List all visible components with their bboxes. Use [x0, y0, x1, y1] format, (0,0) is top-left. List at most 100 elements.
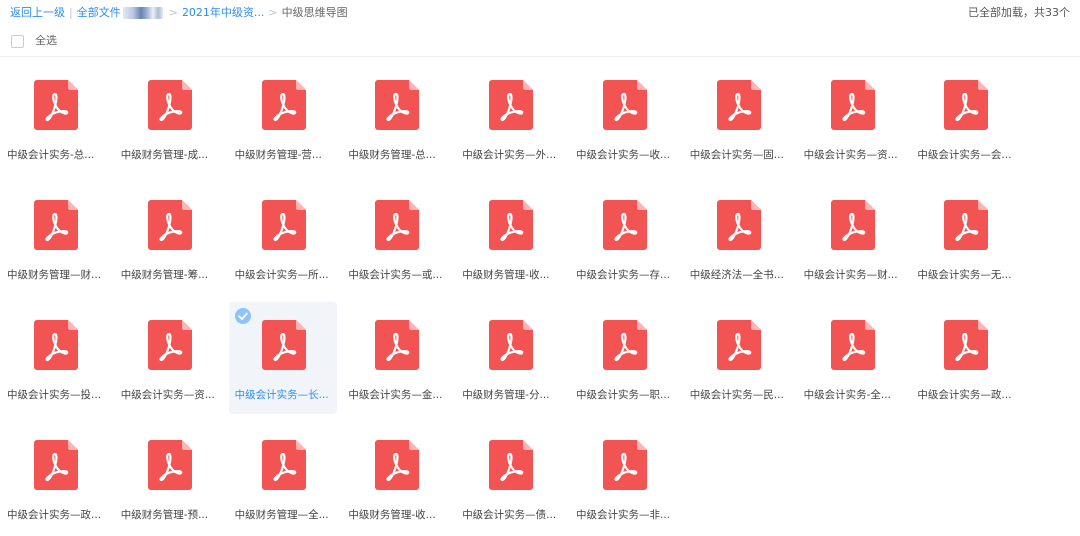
pdf-file-icon [147, 200, 192, 250]
file-tile[interactable]: 中级会计实务—无... [917, 182, 1025, 294]
breadcrumb-folder[interactable]: 2021年中级资... [182, 5, 264, 21]
file-name: 中级会计实务—所... [234, 269, 329, 281]
file-name: 中级财务管理-收... [348, 509, 436, 521]
file-tile[interactable]: 中级财务管理-总... [348, 62, 456, 174]
file-tile[interactable]: 中级会计实务—固... [690, 62, 798, 174]
file-tile[interactable]: 中级会计实务—外... [462, 62, 570, 174]
file-tile[interactable]: 中级会计实务-全... [804, 302, 912, 414]
select-all-row: 全选 [0, 30, 1080, 57]
file-tile[interactable]: 中级会计实务—资... [804, 62, 912, 174]
pdf-file-icon [716, 200, 761, 250]
pdf-file-icon [147, 440, 192, 490]
pdf-file-icon [261, 440, 306, 490]
pdf-file-icon [944, 200, 989, 250]
file-name: 中级会计实务—民... [689, 389, 784, 401]
pdf-file-icon [603, 80, 647, 130]
breadcrumb-current: 中级思维导图 [281, 6, 348, 19]
file-tile[interactable]: 中级财务管理-分... [462, 302, 570, 414]
file-tile[interactable]: 中级财务管理-筹... [121, 182, 229, 294]
file-tile[interactable]: 中级会计实务—职... [576, 302, 684, 414]
file-tile[interactable]: 中级财务管理-预... [121, 422, 229, 534]
pdf-file-icon [375, 80, 420, 130]
selected-check-icon[interactable] [234, 308, 251, 324]
pdf-file-icon [147, 80, 192, 130]
file-name: 中级会计实务—固... [689, 149, 784, 161]
pdf-file-icon [375, 320, 420, 370]
file-name: 中级财务管理-收... [462, 269, 550, 281]
file-tile[interactable]: 中级会计实务—金... [348, 302, 456, 414]
file-name: 中级会计实务—收... [576, 149, 671, 161]
file-name: 中级财务管理-预... [120, 509, 209, 521]
pdf-file-icon [261, 320, 306, 370]
pdf-file-icon [944, 320, 989, 370]
select-all-checkbox[interactable] [11, 35, 24, 48]
file-tile[interactable]: 中级会计实务—长... [228, 302, 337, 414]
file-name: 中级财务管理-成... [120, 149, 209, 161]
file-tile[interactable]: 中级经济法—全书... [690, 182, 798, 294]
file-name: 中级会计实务—投... [7, 389, 102, 401]
file-name: 中级财务管理-筹... [120, 269, 209, 281]
file-tile[interactable]: 中级财务管理-成... [121, 62, 229, 174]
file-name: 中级会计实务—政... [7, 509, 102, 521]
file-name: 中级会计实务—长... [234, 389, 329, 401]
file-tile[interactable]: 中级会计实务—非... [576, 422, 684, 534]
file-tile[interactable]: 中级财务管理-营... [235, 62, 343, 174]
file-tile[interactable]: 中级财务管理—全... [235, 422, 343, 534]
file-name: 中级会计实务—财... [803, 269, 898, 281]
file-tile[interactable]: 中级会计实务—财... [804, 182, 912, 294]
pdf-file-icon [489, 200, 534, 250]
pdf-file-icon [34, 200, 78, 250]
file-tile[interactable]: 中级会计实务—债... [462, 422, 570, 534]
pdf-file-icon [716, 80, 761, 130]
file-name: 中级会计实务—政... [917, 389, 1012, 401]
breadcrumb-separator: > [168, 6, 178, 19]
file-tile[interactable]: 中级会计实务—收... [576, 62, 684, 174]
file-name: 中级财务管理-分... [462, 389, 550, 401]
breadcrumb-separator: > [268, 6, 278, 19]
back-link[interactable]: 返回上一级 [10, 5, 65, 21]
pdf-file-icon [147, 320, 192, 370]
breadcrumb-separator: | [69, 6, 73, 19]
file-tile[interactable]: 中级会计实务—会... [917, 62, 1025, 174]
select-all-label: 全选 [35, 34, 57, 47]
pdf-file-icon [375, 440, 420, 490]
pdf-file-icon [830, 200, 875, 250]
pdf-file-icon [489, 320, 534, 370]
file-tile[interactable]: 中级会计实务—政... [7, 422, 115, 534]
file-tile[interactable]: 中级会计实务—政... [917, 302, 1025, 414]
file-name: 中级财务管理—财... [7, 269, 102, 281]
pdf-file-icon [261, 80, 306, 130]
file-tile[interactable]: 中级会计实务—存... [576, 182, 684, 294]
breadcrumb: 返回上一级 | 全部文件 > 2021年中级资... > 中级思维导图 [10, 5, 348, 21]
pdf-file-icon [489, 440, 534, 490]
file-name: 中级会计实务—资... [120, 389, 215, 401]
file-tile[interactable]: 中级财务管理-收... [348, 422, 456, 534]
file-name: 中级财务管理-总... [348, 149, 436, 161]
file-tile[interactable]: 中级会计实务—投... [7, 302, 115, 414]
file-name: 中级财务管理—全... [234, 509, 329, 521]
file-tile[interactable]: 中级财务管理—财... [7, 182, 115, 294]
pdf-file-icon [603, 200, 647, 250]
file-name: 中级会计实务—金... [348, 389, 443, 401]
breadcrumb-blurred-folder[interactable] [122, 7, 163, 19]
pdf-file-icon [603, 440, 647, 490]
file-tile[interactable]: 中级会计实务-总... [7, 62, 115, 174]
file-name: 中级会计实务-全... [803, 389, 891, 401]
file-tile[interactable]: 中级会计实务—或... [348, 182, 456, 294]
pdf-file-icon [34, 320, 78, 370]
file-name: 中级会计实务—无... [917, 269, 1012, 281]
file-name: 中级经济法—全书... [689, 269, 784, 281]
top-bar: 返回上一级 | 全部文件 > 2021年中级资... > 中级思维导图 已全部加… [0, 0, 1080, 26]
file-tile[interactable]: 中级会计实务—所... [235, 182, 343, 294]
pdf-file-icon [603, 320, 647, 370]
pdf-file-icon [716, 320, 761, 370]
pdf-file-icon [830, 320, 875, 370]
file-tile[interactable]: 中级会计实务—民... [690, 302, 798, 414]
file-name: 中级财务管理-营... [234, 149, 322, 161]
breadcrumb-all-files[interactable]: 全部文件 [77, 5, 121, 21]
file-tile[interactable]: 中级财务管理-收... [462, 182, 570, 294]
file-name: 中级会计实务-总... [7, 149, 95, 161]
file-name: 中级会计实务—职... [576, 389, 671, 401]
file-tile[interactable]: 中级会计实务—资... [121, 302, 229, 414]
pdf-file-icon [944, 80, 989, 130]
